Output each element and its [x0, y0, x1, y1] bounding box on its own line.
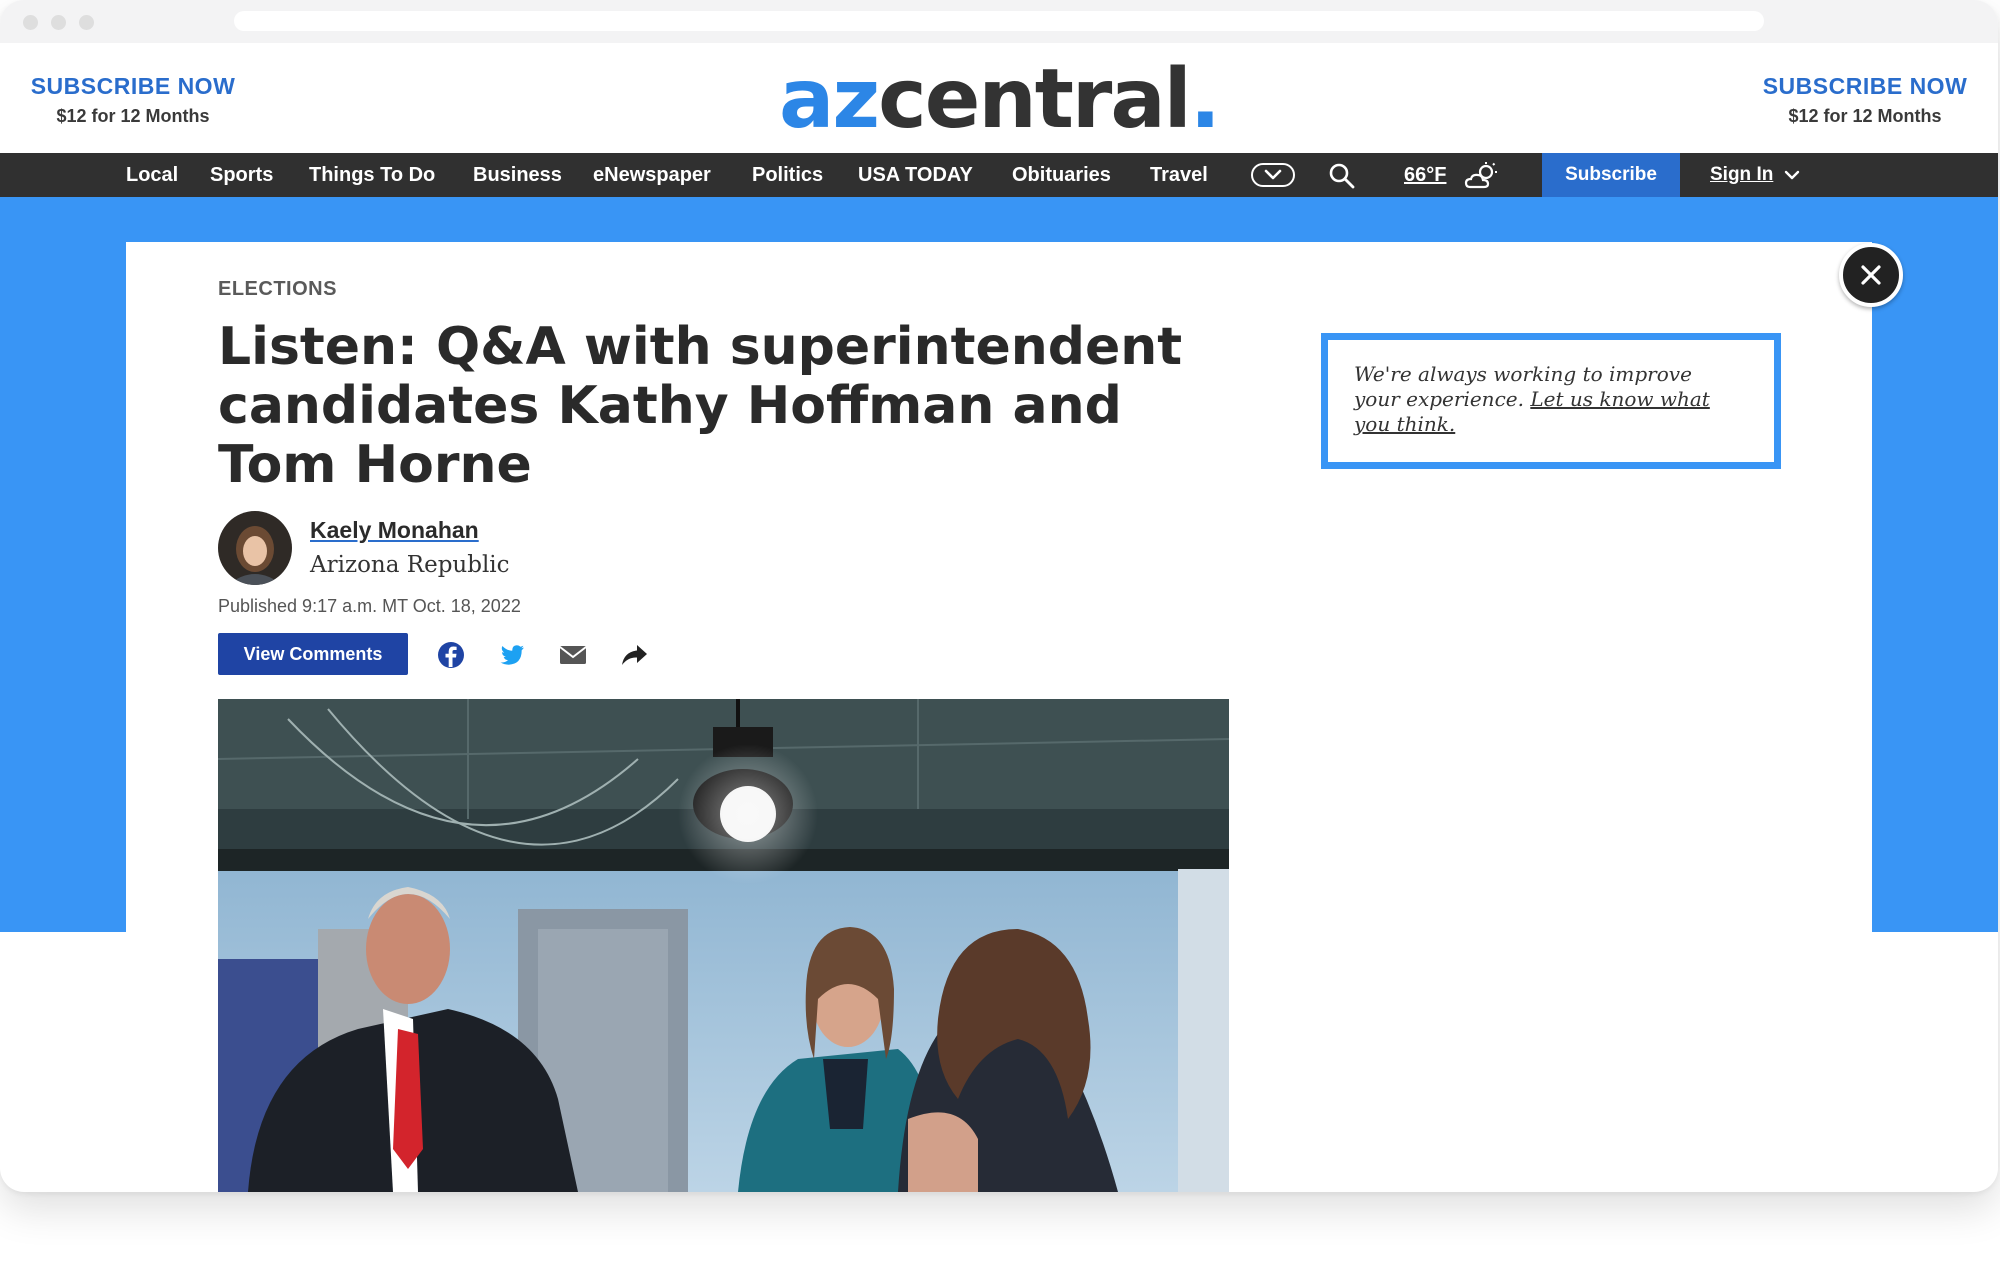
nav-item-sports[interactable]: Sports: [210, 153, 273, 197]
main-nav: Local Sports Things To Do Business eNews…: [0, 153, 1998, 197]
nav-item-things-to-do[interactable]: Things To Do: [309, 153, 435, 197]
author-name-link[interactable]: Kaely Monahan: [310, 517, 479, 544]
article-hero-image[interactable]: [218, 699, 1229, 1192]
nav-item-usa-today[interactable]: USA TODAY: [858, 153, 973, 197]
chevron-down-icon: [1784, 170, 1799, 180]
window-close-dot[interactable]: [23, 15, 38, 30]
view-comments-button[interactable]: View Comments: [218, 633, 408, 675]
masthead: SUBSCRIBE NOW $12 for 12 Months azcentra…: [0, 43, 1998, 153]
feedback-box: We're always working to improve your exp…: [1321, 333, 1781, 469]
author-avatar[interactable]: [218, 511, 292, 585]
logo-az: az: [779, 52, 880, 147]
article-headline: Listen: Q&A with superintendent candidat…: [218, 317, 1183, 495]
promo-subtitle: $12 for 12 Months: [1788, 106, 1942, 126]
section-label[interactable]: ELECTIONS: [218, 278, 337, 301]
partly-cloudy-icon[interactable]: [1464, 161, 1500, 191]
nav-item-business[interactable]: Business: [473, 153, 562, 197]
search-icon[interactable]: [1328, 162, 1356, 190]
email-icon[interactable]: [558, 640, 588, 670]
published-date: Published 9:17 a.m. MT Oct. 18, 2022: [218, 596, 521, 616]
window-minimize-dot[interactable]: [51, 15, 66, 30]
close-button[interactable]: [1839, 243, 1903, 307]
chevron-down-icon: [1264, 169, 1282, 180]
nav-item-local[interactable]: Local: [126, 153, 178, 197]
browser-window: SUBSCRIBE NOW $12 for 12 Months azcentra…: [0, 0, 1998, 1192]
close-icon: [1861, 265, 1881, 285]
address-bar[interactable]: [234, 11, 1764, 31]
nav-item-politics[interactable]: Politics: [752, 153, 823, 197]
subscribe-button[interactable]: Subscribe: [1542, 153, 1680, 197]
logo-central: central: [878, 52, 1192, 147]
author-organization: Arizona Republic: [310, 552, 510, 578]
site-logo[interactable]: azcentral.: [0, 55, 1998, 145]
subscribe-promo-right[interactable]: SUBSCRIBE NOW $12 for 12 Months: [1740, 73, 1990, 127]
promo-title[interactable]: SUBSCRIBE NOW: [1740, 73, 1990, 100]
nav-item-travel[interactable]: Travel: [1150, 153, 1208, 197]
more-menu-button[interactable]: [1251, 163, 1295, 187]
logo-dot: .: [1189, 52, 1221, 147]
author-photo: [218, 511, 292, 585]
sign-in-label: Sign In: [1710, 164, 1774, 185]
browser-titlebar: [0, 0, 1998, 43]
nav-item-enewspaper[interactable]: eNewspaper: [593, 153, 711, 197]
share-arrow-icon[interactable]: [619, 640, 649, 670]
weather-temperature[interactable]: 66°F: [1404, 153, 1446, 197]
facebook-icon[interactable]: [436, 640, 466, 670]
nav-item-obituaries[interactable]: Obituaries: [1012, 153, 1111, 197]
hero-photo: [218, 699, 1229, 1192]
sign-in-menu[interactable]: Sign In: [1710, 153, 1801, 197]
twitter-icon[interactable]: [497, 640, 527, 670]
window-maximize-dot[interactable]: [79, 15, 94, 30]
